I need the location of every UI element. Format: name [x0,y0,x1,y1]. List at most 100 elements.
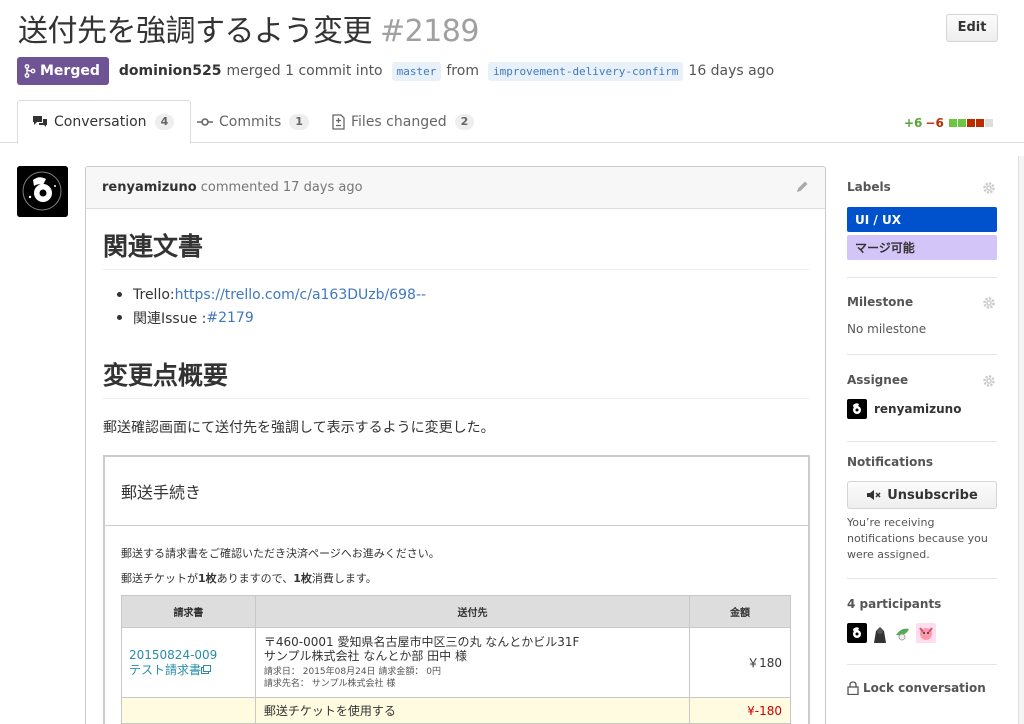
divider [847,277,997,278]
embed-ticket-info: 郵送チケットが1枚ありますので、1枚消費します。 [121,570,377,586]
diffstat-block-del [975,119,984,127]
table-row: 20150824-009 テスト請求書 〒460-0001 愛知県名古屋市中区三… [121,627,791,698]
participant-avatar[interactable] [870,623,890,643]
embed-instruction: 郵送する請求書をご確認いただき決済ページへお進みください。 [121,547,440,560]
label-ui-ux[interactable]: UI / UX [847,207,997,232]
notification-text-line: were assigned. [847,548,930,561]
list-prefix: 関連Issue : [133,310,207,327]
unsubscribe-button[interactable]: Unsubscribe [847,481,997,509]
participants-section: 4 participants [847,597,997,643]
column-header: 送付先 [254,595,691,628]
merged-text: merged 1 commit into [226,63,383,79]
milestone-section: Milestone No milestone [847,295,997,336]
related-list: Trello: https://trello.com/c/a163DUzb/69… [117,283,426,329]
recipient-line: サンプル株式会社 なんとか部 田中 様 [263,649,467,663]
milestone-value: No milestone [847,322,927,336]
embedded-screenshot: 郵送手続き 郵送する請求書をご確認いただき決済ページへお進みください。 郵送チケ… [103,455,810,724]
git-merge-icon [24,64,36,78]
text-bold: 1枚 [198,572,217,585]
description-paragraph: 郵送確認画面にて送付先を強調して表示するように変更した。 [103,420,495,436]
bullet [117,292,122,297]
edit-button[interactable]: Edit [946,14,998,42]
tab-label: Files changed [351,113,447,130]
head-branch[interactable]: improvement-delivery-confirm [487,61,684,81]
empty-cell [121,697,256,724]
comment-time: commented 17 days ago [200,180,363,195]
invoice-table: 請求書 送付先 金額 20150824-009 テスト請求書 〒460-0001… [121,595,791,724]
tab-counter: 1 [289,113,309,130]
comment-box: renyamizuno commented 17 days ago 関連文書 T… [85,166,826,724]
list-item: 関連Issue : #2179 [117,306,426,329]
invoice-detail: 請求日： 2015年08月24日 請求金額： 0円 [263,667,441,677]
notification-reason: You’re receiving notifications because y… [847,515,997,563]
label-mergeable[interactable]: マージ可能 [847,235,997,260]
labels-title[interactable]: Labels [847,180,997,194]
diffstat: +6 −6 [904,116,994,130]
merge-author-link[interactable]: dominion525 [119,63,222,79]
diffstat-block-add [957,119,966,127]
heading-related-docs: 関連文書 [103,227,809,270]
tab-conversation[interactable]: Conversation 4 [17,100,192,144]
pr-number: #2189 [380,14,479,49]
tab-files-changed[interactable]: Files changed 2 [332,100,475,143]
scrollbar[interactable] [1018,156,1024,724]
mute-icon [867,490,881,500]
divider [847,354,997,355]
pr-tabs: Conversation 4 Commits 1 Files changed 2 [0,100,1024,144]
state-label: Merged [40,63,100,79]
participant-avatar[interactable] [916,623,936,643]
participant-avatar[interactable] [893,623,913,643]
text: ありますので、 [216,572,294,585]
column-header: 金額 [689,595,791,628]
gear-icon[interactable] [982,295,996,314]
tab-commits[interactable]: Commits 1 [197,100,309,143]
tab-label: Commits [219,113,282,130]
gear-icon[interactable] [982,180,996,199]
text-bold: 1枚 [293,572,312,585]
invoice-number-link[interactable]: 20150824-009 [129,648,255,663]
comment-header: renyamizuno commented 17 days ago [86,167,825,209]
list-prefix: Trello: [133,286,175,303]
list-item: Trello: https://trello.com/c/a163DUzb/69… [117,283,426,306]
gear-icon[interactable] [982,373,996,392]
comment-author[interactable]: renyamizuno [102,180,197,195]
base-branch[interactable]: master [391,61,442,81]
heading-change-summary: 変更点概要 [103,356,809,399]
notification-text-line: notifications because you [847,532,988,545]
assignee-title[interactable]: Assignee [847,373,997,387]
invoice-cell: 20150824-009 テスト請求書 [121,627,256,698]
pr-meta: Merged dominion525 merged 1 commit into … [17,56,774,86]
pencil-icon[interactable] [795,179,809,198]
table-header-row: 請求書 送付先 金額 [121,595,791,628]
address-line: 〒460-0001 愛知県名古屋市中区三の丸 なんとかビル31F [263,635,580,649]
tab-counter: 2 [454,113,475,130]
comment-discussion-icon [32,115,48,129]
trello-link[interactable]: https://trello.com/c/a163DUzb/698-- [175,287,426,303]
divider [847,441,997,442]
notification-text-line: You’re receiving [847,516,935,529]
assignee-entry[interactable]: renyamizuno [847,399,997,419]
merged-state-badge: Merged [17,57,109,85]
participants-title: 4 participants [847,597,942,611]
invoice-detail: 請求先名： サンプル株式会社 様 [263,679,396,689]
divider [847,578,997,579]
divider [847,664,997,665]
lock-icon [847,681,859,695]
file-diff-icon [332,113,345,130]
from-text: from [446,63,479,79]
invoice-name-link[interactable]: テスト請求書 [129,663,255,678]
assignee-avatar [847,399,867,419]
issue-link[interactable]: #2179 [206,310,253,326]
notifications-title: Notifications [847,455,934,469]
assignee-section: Assignee renyamizuno [847,373,997,419]
participant-avatar[interactable] [847,623,867,643]
milestone-title[interactable]: Milestone [847,295,997,309]
lock-conversation-link[interactable]: Lock conversation [847,681,997,695]
text: 郵送チケットが [121,572,198,585]
git-commit-icon [197,117,213,127]
ticket-label: 郵送チケットを使用する [254,697,691,724]
deletions-count: −6 [925,116,944,130]
labels-section: Labels UI / UX マージ可能 [847,180,997,260]
author-avatar[interactable] [17,166,68,217]
diffstat-block-neutral [984,119,993,127]
